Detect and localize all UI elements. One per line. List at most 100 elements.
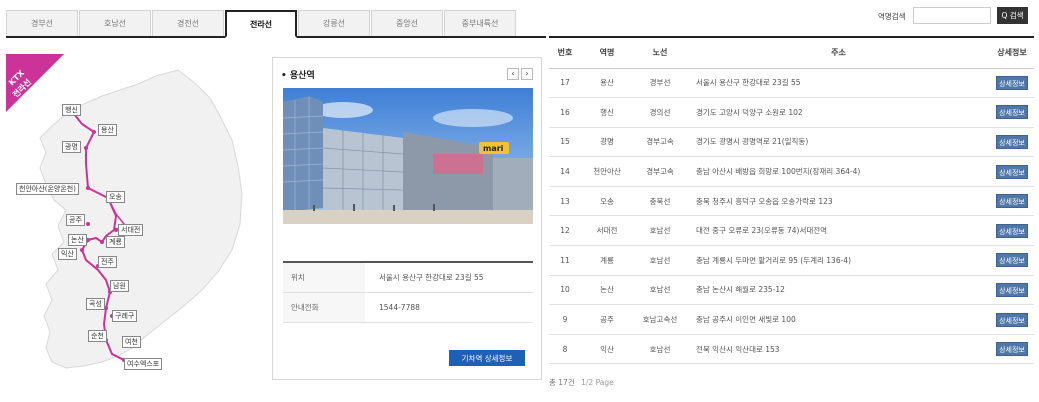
map-station-seodaejeon[interactable]: 서대전	[118, 224, 144, 236]
line-tabs: 경부선 호남선 경전선 전라선 강릉선 중앙선 중부내륙선	[6, 10, 546, 38]
detail-button[interactable]: 상세정보	[996, 253, 1028, 268]
col-header-detail: 상세정보	[990, 37, 1034, 69]
cell-detail: 상세정보	[990, 156, 1034, 187]
map-station-yongsan[interactable]: 용산	[98, 124, 117, 136]
cell-name: 논산	[581, 275, 633, 306]
korea-map-svg: KTX 전라선	[6, 54, 243, 369]
tab-gyeongjeon[interactable]: 경전선	[152, 10, 224, 36]
station-card: • 용산역 ‹ › mari 위치 서울시 용산구 한강대로 23길 55 안내…	[272, 57, 542, 380]
detail-button[interactable]: 상세정보	[996, 164, 1028, 179]
cell-name: 계룡	[581, 245, 633, 276]
tab-jeolla[interactable]: 전라선	[225, 10, 297, 38]
total-count: 총 17건	[549, 378, 575, 387]
cell-address: 경기도 광명시 광명역로 21(일직동)	[687, 127, 990, 158]
map-station-yeocheon[interactable]: 여천	[122, 336, 141, 348]
tab-jungang[interactable]: 중앙선	[371, 10, 443, 36]
detail-button[interactable]: 상세정보	[996, 342, 1028, 357]
station-photo: mari	[283, 88, 533, 224]
info-row-location: 위치 서울시 용산구 한강대로 23길 55	[283, 262, 533, 293]
cell-no: 16	[549, 97, 581, 128]
info-value: 1544-7788	[365, 292, 533, 323]
table-row: 8 익산 호남선 전북 익산시 익산대로 153 상세정보	[549, 334, 1034, 365]
map-station-cheonanasan[interactable]: 천안아산(온양온천)	[16, 183, 79, 195]
map-station-yeosuexpo[interactable]: 여수엑스포	[124, 358, 163, 370]
map-station-suncheon[interactable]: 순천	[88, 330, 107, 342]
cell-name: 광명	[581, 127, 633, 158]
route-map: KTX 전라선 행신 용산 광명 천안아산(온양온천) 오송 공주 서대전 논산…	[6, 54, 254, 384]
map-station-gyeryong[interactable]: 계룡	[106, 236, 125, 248]
cell-line: 호남선	[633, 245, 687, 276]
detail-button[interactable]: 상세정보	[996, 223, 1028, 238]
cell-no: 12	[549, 215, 581, 247]
cell-address: 서울시 용산구 한강대로 23길 55	[687, 68, 990, 99]
map-station-gwangmyeong[interactable]: 광명	[62, 141, 81, 153]
cell-no: 10	[549, 275, 581, 306]
tab-gangneung[interactable]: 강릉선	[298, 10, 370, 36]
prev-arrow-icon[interactable]: ‹	[507, 68, 519, 80]
table-row: 15 광명 경부고속 경기도 광명시 광명역로 21(일직동) 상세정보	[549, 127, 1034, 158]
cell-no: 11	[549, 245, 581, 276]
mall-sign: mari	[483, 144, 504, 153]
map-station-haengsin[interactable]: 행신	[62, 104, 81, 116]
cell-detail: 상세정보	[990, 275, 1034, 306]
cell-line: 호남선	[633, 275, 687, 306]
cell-no: 13	[549, 186, 581, 217]
info-row-phone: 안내전화 1544-7788	[283, 292, 533, 323]
map-station-guryegu[interactable]: 구례구	[112, 310, 138, 322]
table-row: 14 천안아산 경부고속 충남 아산시 배방읍 희망로 100번지(장재리 36…	[549, 156, 1034, 187]
cell-detail: 상세정보	[990, 215, 1034, 247]
station-search-input[interactable]	[913, 7, 991, 24]
cell-no: 9	[549, 304, 581, 335]
detail-button[interactable]: 상세정보	[996, 75, 1028, 90]
tab-gyeongbu[interactable]: 경부선	[6, 10, 78, 36]
table-row: 16 행신 경의선 경기도 고양시 덕양구 소원로 102 상세정보	[549, 97, 1034, 128]
cell-address: 경기도 고양시 덕양구 소원로 102	[687, 97, 990, 128]
search-button[interactable]: Q 검색	[997, 7, 1028, 24]
bullet-icon: •	[281, 71, 290, 81]
detail-button[interactable]: 상세정보	[996, 282, 1028, 297]
detail-button[interactable]: 상세정보	[996, 312, 1028, 327]
cell-address: 충남 아산시 배방읍 희망로 100번지(장재리 364-4)	[687, 156, 990, 187]
cell-no: 8	[549, 334, 581, 365]
paging-info: 총 17건 1/2 Page	[549, 377, 614, 388]
cell-no: 15	[549, 127, 581, 158]
map-station-gokseong[interactable]: 곡성	[86, 298, 105, 310]
cell-line: 경부선	[633, 68, 687, 99]
info-value: 서울시 용산구 한강대로 23길 55	[365, 262, 533, 293]
cell-address: 충남 공주시 이인면 새빛로 100	[687, 304, 990, 335]
cell-address: 충남 계룡시 두마면 팥거리로 95 (두계리 136-4)	[687, 245, 990, 276]
table-row: 11 계룡 호남선 충남 계룡시 두마면 팥거리로 95 (두계리 136-4)…	[549, 245, 1034, 276]
cell-detail: 상세정보	[990, 68, 1034, 99]
cell-line: 경부고속	[633, 156, 687, 187]
page-indicator: 1/2 Page	[581, 378, 614, 387]
info-key: 위치	[283, 262, 365, 293]
table-row: 9 공주 호남고속선 충남 공주시 이인면 새빛로 100 상세정보	[549, 304, 1034, 335]
cell-address: 대전 중구 오류로 23(오류동 74)서대전역	[687, 215, 990, 247]
detail-button[interactable]: 상세정보	[996, 194, 1028, 209]
cell-detail: 상세정보	[990, 127, 1034, 158]
table-row: 17 용산 경부선 서울시 용산구 한강대로 23길 55 상세정보	[549, 68, 1034, 99]
map-station-nonsan[interactable]: 논산	[68, 234, 87, 246]
cell-no: 17	[549, 68, 581, 99]
cell-line: 경의선	[633, 97, 687, 128]
cell-no: 14	[549, 156, 581, 187]
tab-honam[interactable]: 호남선	[79, 10, 151, 36]
map-station-gongju[interactable]: 공주	[66, 214, 85, 226]
map-station-namwon[interactable]: 남원	[110, 280, 129, 292]
map-station-osong[interactable]: 오송	[106, 191, 125, 203]
map-station-jeonju[interactable]: 전주	[98, 256, 117, 268]
cell-name: 천안아산	[581, 156, 633, 187]
map-station-iksan[interactable]: 익산	[58, 248, 77, 260]
detail-button[interactable]: 상세정보	[996, 134, 1028, 149]
tab-jungbunaeryuk[interactable]: 중부내륙선	[444, 10, 516, 36]
next-arrow-icon[interactable]: ›	[521, 68, 533, 80]
cell-line: 호남고속선	[633, 304, 687, 335]
cell-detail: 상세정보	[990, 186, 1034, 217]
station-info-table: 위치 서울시 용산구 한강대로 23길 55 안내전화 1544-7788	[283, 261, 533, 323]
station-detail-button[interactable]: 기차역 상세정보	[449, 350, 525, 366]
cell-name: 오송	[581, 186, 633, 217]
cell-detail: 상세정보	[990, 97, 1034, 128]
detail-button[interactable]: 상세정보	[996, 105, 1028, 120]
cell-address: 전북 익산시 익산대로 153	[687, 334, 990, 365]
table-header-row: 번호 역명 노선 주소 상세정보	[549, 37, 1034, 69]
